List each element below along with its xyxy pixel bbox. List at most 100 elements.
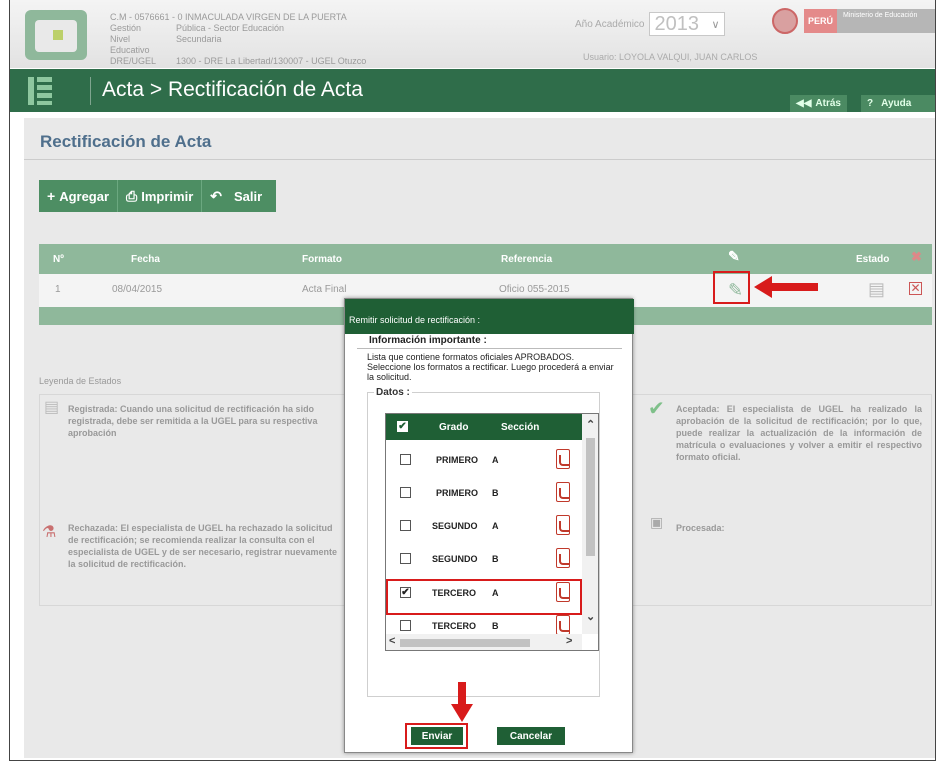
- row-checkbox[interactable]: [400, 553, 411, 564]
- dialog-instructions: Lista que contiene formatos oficiales AP…: [367, 352, 614, 382]
- format-row[interactable]: PRIMERO A: [386, 444, 582, 478]
- cell-section: B: [492, 621, 499, 631]
- scroll-down-icon[interactable]: ⌄: [586, 610, 595, 623]
- scroll-left-icon[interactable]: <: [389, 635, 395, 647]
- document-status-icon: ▤: [868, 279, 886, 299]
- pdf-icon[interactable]: [556, 548, 570, 568]
- pdf-icon[interactable]: [556, 515, 570, 535]
- data-fieldset: Datos : ✔ Grado Sección PRIMERO A PRIMER…: [367, 387, 600, 697]
- academic-year: Año Académico 2013 ∨: [575, 12, 725, 36]
- vertical-scrollbar[interactable]: ⌃ ⌄: [582, 414, 598, 634]
- dialog-title: Remitir solicitud de rectificación :: [345, 299, 634, 334]
- pdf-icon[interactable]: [556, 615, 570, 635]
- scroll-thumb[interactable]: [586, 438, 595, 556]
- print-label: Imprimir: [141, 188, 194, 204]
- legend-label: Registrada:: [68, 404, 118, 414]
- dialog-heading: Información importante :: [369, 335, 487, 346]
- info-value: 1300 - DRE La Libertad/130007 - UGEL Otu…: [176, 56, 367, 66]
- help-icon: ?: [867, 98, 874, 109]
- back-label: Atrás: [815, 98, 841, 109]
- send-button[interactable]: Enviar: [411, 727, 463, 745]
- page-title: Acta > Rectificación de Acta: [102, 78, 363, 101]
- cell-grade: PRIMERO: [436, 455, 479, 465]
- app-header: C.M - 0576661 - 0 INMACULADA VIRGEN DE L…: [10, 0, 935, 68]
- school-info: C.M - 0576661 - 0 INMACULADA VIRGEN DE L…: [110, 12, 366, 67]
- info-label: Gestión: [110, 23, 142, 33]
- government-logo: PERÚ Ministerio de Educación: [772, 8, 935, 34]
- info-label: DRE/UGEL: [110, 56, 157, 66]
- delete-icon[interactable]: ✕: [909, 282, 922, 295]
- processed-icon: ▣: [650, 514, 664, 530]
- print-button[interactable]: ⎙ Imprimir: [118, 180, 203, 212]
- col-grade: Grado: [439, 422, 469, 433]
- legend-procesada: Procesada:: [676, 522, 725, 534]
- exit-button[interactable]: ↶ Salir: [202, 180, 276, 212]
- cell-section: A: [492, 521, 499, 531]
- scroll-up-icon[interactable]: ⌃: [586, 418, 595, 431]
- exit-label: Salir: [234, 188, 263, 204]
- school-name: C.M - 0576661 - 0 INMACULADA VIRGEN DE L…: [110, 12, 347, 22]
- rejected-stamp-icon: ⚗: [42, 524, 57, 541]
- registered-document-icon: ▤: [44, 399, 60, 416]
- legend-title: Leyenda de Estados: [39, 376, 122, 386]
- format-row[interactable]: SEGUNDO A: [386, 510, 582, 544]
- red-arrow-down-icon: [451, 682, 473, 722]
- col-num: Nº: [53, 254, 64, 265]
- cell-section: A: [492, 455, 499, 465]
- row-checkbox[interactable]: [400, 454, 411, 465]
- horizontal-scrollbar[interactable]: < >: [386, 634, 582, 650]
- scroll-right-icon[interactable]: >: [566, 635, 572, 647]
- help-button[interactable]: ? Ayuda: [861, 95, 935, 112]
- double-arrow-left-icon: ◀◀: [796, 98, 812, 109]
- chevron-down-icon: ∨: [711, 18, 720, 31]
- legend-registrada: Registrada: Cuando una solicitud de rect…: [68, 403, 344, 439]
- cancel-button[interactable]: Cancelar: [497, 727, 565, 745]
- back-button[interactable]: ◀◀ Atrás: [790, 95, 847, 112]
- pdf-icon[interactable]: [556, 449, 570, 469]
- cell-num: 1: [55, 284, 61, 295]
- printer-icon: ⎙: [126, 187, 138, 204]
- info-value: Secundaria: [176, 34, 222, 44]
- col-date: Fecha: [131, 254, 160, 265]
- cell-grade: SEGUNDO: [432, 521, 478, 531]
- section-heading: Rectificación de Acta: [40, 132, 212, 151]
- format-row[interactable]: PRIMERO B: [386, 477, 582, 511]
- send-request-dialog: Remitir solicitud de rectificación : Inf…: [344, 298, 634, 753]
- highlight-box: [713, 271, 750, 304]
- info-label: Nivel Educativo: [110, 34, 150, 55]
- col-format: Formato: [302, 254, 342, 265]
- legend-label: Procesada:: [676, 523, 725, 533]
- pdf-icon[interactable]: [556, 482, 570, 502]
- exit-arrow-icon: ↶: [210, 187, 222, 204]
- scroll-thumb[interactable]: [400, 639, 530, 647]
- year-label: Año Académico: [575, 18, 645, 30]
- col-status: Estado: [856, 254, 890, 265]
- cell-reference: Oficio 055-2015: [499, 284, 570, 295]
- legend-label: Rechazada:: [68, 523, 119, 533]
- legend-aceptada: Aceptada: El especialista de UGEL ha rea…: [676, 403, 922, 463]
- divider: [90, 77, 91, 105]
- row-checkbox[interactable]: [400, 487, 411, 498]
- add-button[interactable]: + Agregar: [39, 180, 119, 212]
- add-label: Agregar: [59, 188, 110, 204]
- year-select[interactable]: 2013 ∨: [648, 12, 725, 36]
- send-request-header-icon: ✎: [728, 248, 740, 264]
- formats-table: ✔ Grado Sección PRIMERO A PRIMERO B SEGU…: [385, 413, 599, 651]
- cell-section: B: [492, 488, 499, 498]
- delete-header-icon: ✖: [911, 249, 922, 264]
- user-label: Usuario: LOYOLA VALQUI, JUAN CARLOS: [583, 52, 758, 62]
- col-section: Sección: [501, 422, 540, 433]
- select-all-checkbox[interactable]: ✔: [397, 421, 408, 432]
- peru-label: PERÚ: [804, 9, 838, 33]
- formats-table-header: ✔ Grado Sección: [386, 414, 582, 440]
- format-row[interactable]: SEGUNDO B: [386, 543, 582, 577]
- red-arrow-left-icon: [754, 276, 818, 298]
- help-label: Ayuda: [881, 98, 912, 109]
- info-value: Pública - Sector Educación: [176, 23, 285, 33]
- accepted-check-icon: ✔: [648, 398, 665, 420]
- row-checkbox[interactable]: [400, 520, 411, 531]
- col-reference: Referencia: [501, 254, 553, 265]
- divider: [357, 348, 622, 349]
- table-header: Nº Fecha Formato Referencia ✎ Estado ✖: [39, 244, 932, 274]
- row-checkbox[interactable]: [400, 620, 411, 631]
